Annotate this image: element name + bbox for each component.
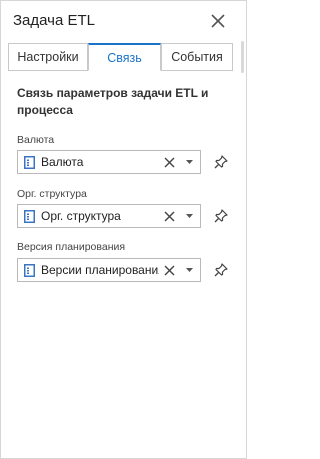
chevron-down-icon[interactable] [186, 268, 193, 273]
field-label-planning-version: Версия планирования [17, 241, 126, 253]
document-icon [24, 264, 35, 277]
section-title: Связь параметров задачи ETL и процесса [17, 86, 209, 117]
pin-icon[interactable] [214, 209, 228, 223]
etl-task-panel: Задача ETL Настройки Связь События Связь… [0, 0, 247, 459]
org-structure-value: Орг. структура [41, 209, 121, 223]
field-label-org-structure: Орг. структура [17, 188, 87, 200]
planning-version-select[interactable]: Версии планирования [17, 258, 201, 282]
scrollbar[interactable] [241, 41, 244, 73]
tab-bar: Настройки Связь События [8, 43, 233, 71]
currency-select[interactable]: Валюта [17, 150, 201, 174]
close-button[interactable] [207, 10, 229, 32]
tab-link[interactable]: Связь [88, 43, 161, 71]
document-icon [24, 156, 35, 169]
org-structure-select[interactable]: Орг. структура [17, 204, 201, 228]
pin-icon[interactable] [214, 263, 228, 277]
currency-value: Валюта [41, 155, 84, 169]
document-icon [24, 210, 35, 223]
close-icon [211, 14, 225, 28]
clear-icon[interactable] [164, 211, 175, 222]
planning-version-value: Версии планирования [41, 263, 159, 277]
panel-title: Задача ETL [13, 12, 96, 29]
clear-icon[interactable] [164, 265, 175, 276]
chevron-down-icon[interactable] [186, 160, 193, 165]
chevron-down-icon[interactable] [186, 214, 193, 219]
field-label-currency: Валюта [17, 134, 55, 146]
tab-settings[interactable]: Настройки [8, 43, 88, 70]
clear-icon[interactable] [164, 157, 175, 168]
panel-header: Задача ETL [1, 1, 246, 41]
pin-icon[interactable] [214, 155, 228, 169]
tab-events[interactable]: События [161, 43, 233, 70]
